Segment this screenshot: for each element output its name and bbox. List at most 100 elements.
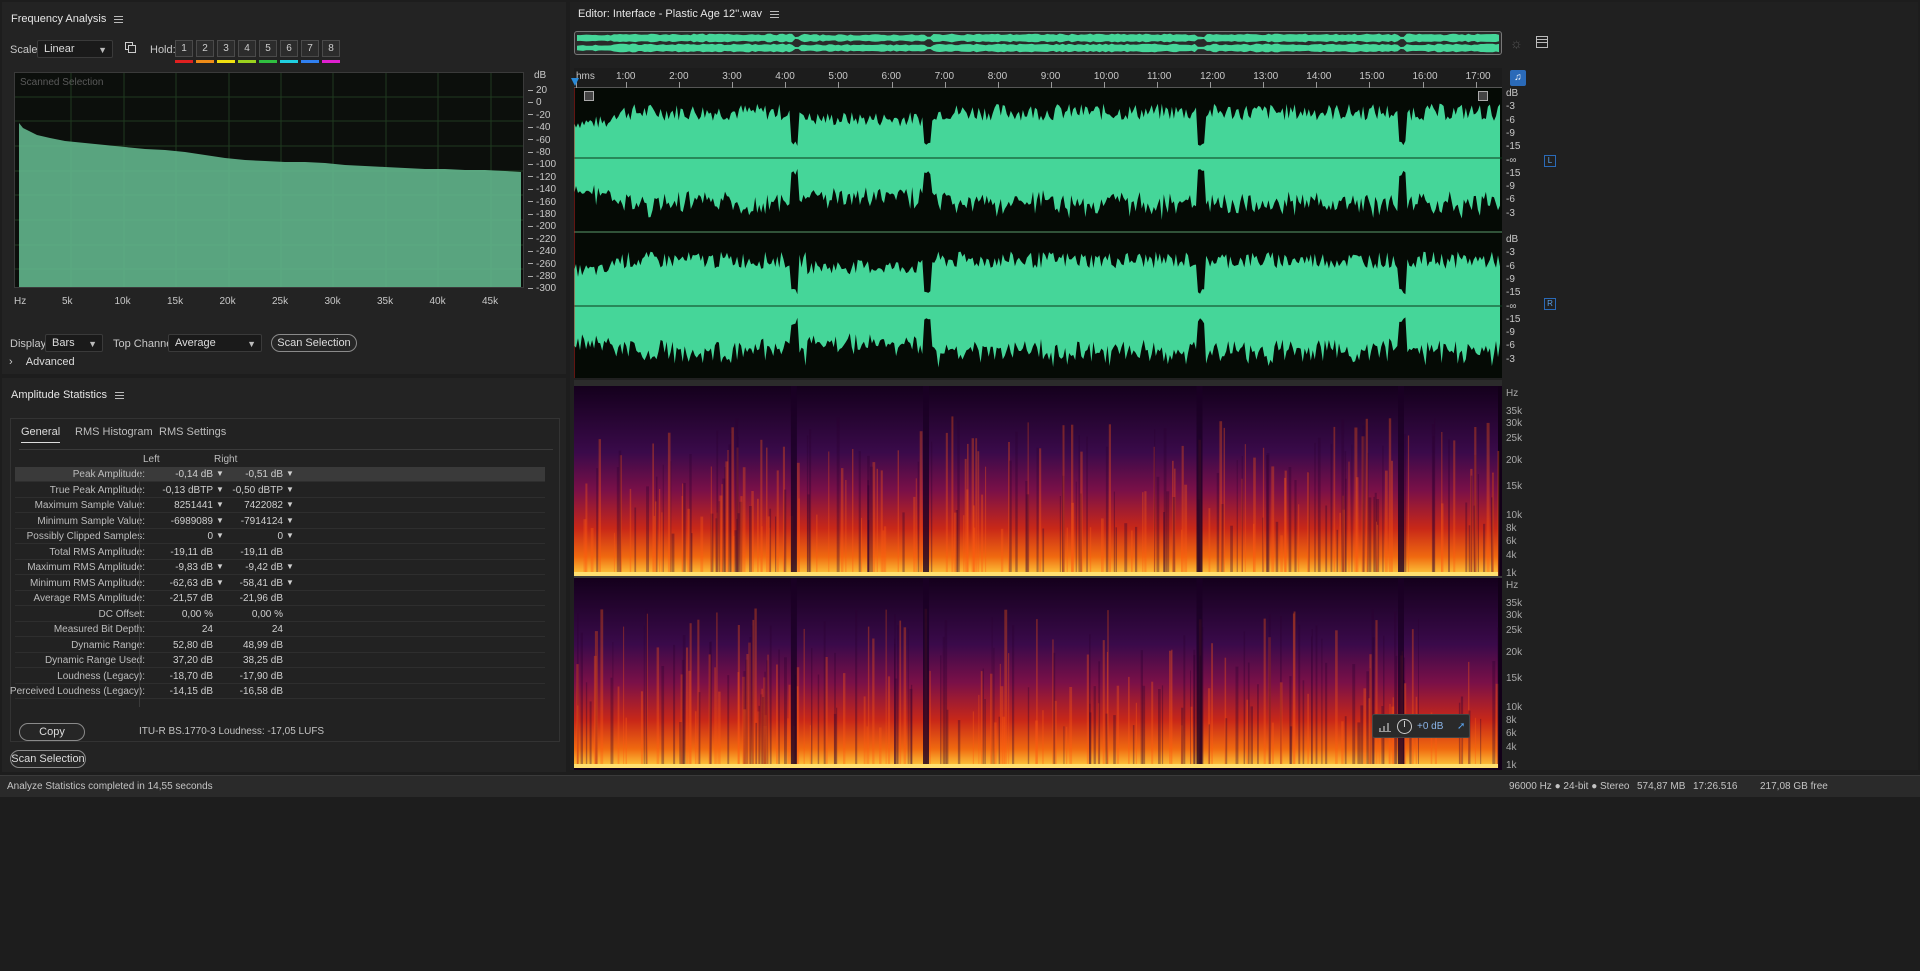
hold-button[interactable]: 6	[280, 40, 298, 57]
spectrogram-streak	[1325, 505, 1328, 576]
db-tick-label: -60	[536, 134, 551, 146]
stats-row[interactable]: Possibly Clipped Samples: 0 0 ▼ ▼	[15, 529, 545, 545]
overview-waveform[interactable]	[574, 31, 1502, 55]
stats-row[interactable]: Maximum RMS Amplitude: -9,83 dB -9,42 dB ▼ ▼	[15, 560, 545, 576]
zoom-icon[interactable]: ☼	[1510, 35, 1523, 51]
spectrogram-streak	[902, 512, 905, 576]
stats-row[interactable]: Minimum Sample Value: -6989089 -7914124 ▼ ▼	[15, 514, 545, 529]
spectrogram-streak	[616, 467, 619, 576]
marker-icon[interactable]: ▼	[216, 562, 224, 571]
stats-row[interactable]: True Peak Amplitude: -0,13 dBTP -0,50 dBTP…	[15, 483, 545, 498]
stats-row[interactable]: Minimum RMS Amplitude: -62,63 dB -58,41 dB…	[15, 576, 545, 591]
stats-row[interactable]: Dynamic Range: 52,80 dB 48,99 dB	[15, 638, 545, 653]
marker-icon[interactable]: ▼	[286, 485, 294, 494]
spectrogram-streak	[1093, 686, 1096, 768]
marker-icon[interactable]: ▼	[216, 516, 224, 525]
spectrogram-streak	[766, 447, 768, 576]
spectrogram-streak	[1009, 460, 1012, 576]
panel-menu-icon[interactable]	[114, 391, 124, 399]
spec-hz-tick-label: Hz	[1506, 580, 1519, 591]
stats-row[interactable]: Total RMS Amplitude: -19,11 dB -19,11 dB	[15, 545, 545, 560]
spectrogram-streak	[1289, 726, 1293, 768]
marker-icon[interactable]: ▼	[286, 500, 294, 509]
db-tick-label: -100	[536, 159, 557, 171]
spectrogram-area[interactable]	[574, 386, 1502, 770]
stats-left-value: 52,80 dB	[172, 639, 213, 651]
spectrogram-streak	[972, 711, 974, 768]
marker-icon[interactable]: ▼	[216, 578, 224, 587]
hold-button[interactable]: 4	[238, 40, 256, 57]
spectrogram-streak	[796, 462, 800, 576]
fade-out-handle-icon[interactable]	[1478, 91, 1488, 101]
marker-icon[interactable]: ▼	[216, 531, 224, 540]
hold-button[interactable]: 3	[217, 40, 235, 57]
marker-icon[interactable]: ▼	[286, 531, 294, 540]
spectrogram-streak	[761, 526, 763, 576]
spectrogram-streak	[788, 684, 791, 768]
time-tick-label: 11:00	[1147, 71, 1172, 82]
marker-icon[interactable]: ▼	[286, 578, 294, 587]
tab-rms-settings[interactable]: RMS Settings	[159, 426, 226, 438]
headphones-icon[interactable]: ♫	[1510, 70, 1526, 86]
fade-in-handle-icon[interactable]	[584, 91, 594, 101]
marker-icon[interactable]: ▼	[286, 469, 294, 478]
overview-svg	[577, 33, 1499, 53]
spectrogram-streak	[758, 705, 760, 768]
hz-tick-label: 15k	[167, 296, 184, 307]
stats-row[interactable]: Peak Amplitude: -0,14 dB -0,51 dB ▼ ▼	[15, 467, 545, 483]
top-channel-dropdown[interactable]: Average ▼	[168, 334, 262, 352]
marker-icon[interactable]: ▼	[216, 500, 224, 509]
marker-icon[interactable]: ▼	[286, 516, 294, 525]
tab-general[interactable]: General	[21, 426, 61, 443]
stats-right-value: -9,42 dB	[245, 562, 283, 573]
copy-button[interactable]: Copy	[19, 723, 85, 741]
spectrogram-streak	[1315, 625, 1318, 768]
stats-row-label: Maximum RMS Amplitude:	[27, 562, 145, 573]
hold-button[interactable]: 2	[196, 40, 214, 57]
channel-right-toggle[interactable]: R	[1544, 298, 1556, 310]
spectrogram-streak	[1362, 425, 1365, 576]
scan-selection-button[interactable]: Scan Selection	[271, 334, 357, 352]
stats-row[interactable]: Maximum Sample Value: 8251441 7422082 ▼ ▼	[15, 498, 545, 514]
hold-button[interactable]: 5	[259, 40, 277, 57]
tab-rms-histogram[interactable]: RMS Histogram	[75, 426, 153, 438]
scale-dropdown[interactable]: Linear ▼	[37, 40, 113, 58]
overlay-copy-icon[interactable]	[125, 42, 137, 54]
spectrogram-streak	[1486, 422, 1490, 576]
spectrogram-streak	[1075, 481, 1077, 576]
spectrogram-streak	[683, 482, 686, 576]
scan-selection-button[interactable]: Scan Selection	[10, 750, 86, 768]
layout-icon[interactable]	[1536, 36, 1548, 48]
stats-row-label: Average RMS Amplitude:	[33, 593, 145, 604]
stats-row[interactable]: Perceived Loudness (Legacy): -14,15 dB -16…	[10, 684, 545, 700]
panel-menu-icon[interactable]	[114, 15, 124, 23]
status-size: 574,87 MB	[1637, 781, 1686, 792]
display-dropdown[interactable]: Bars ▼	[45, 334, 103, 352]
timeline-ruler[interactable]: hms 1:00 2:00 3:00 4:00 5:00 6:00 7:00 8:00 9:00 1…	[574, 68, 1502, 88]
stats-row[interactable]: Dynamic Range Used: 37,20 dB 38,25 dB	[15, 653, 545, 669]
channel-left-toggle[interactable]: L	[1544, 155, 1556, 167]
waveform-db-ticks-left: dB -3 -6 -9 -15 -∞ -15 -9 -6 -3	[1506, 88, 1546, 228]
hold-button[interactable]: 1	[175, 40, 193, 57]
waveform-area[interactable]	[574, 88, 1502, 378]
stats-row-label: Minimum Sample Value:	[37, 515, 145, 527]
advanced-toggle[interactable]: › Advanced	[9, 356, 75, 368]
marker-icon[interactable]: ▼	[216, 485, 224, 494]
stats-row[interactable]: DC Offset: 0,00 % 0,00 %	[15, 607, 545, 622]
spectrogram-streak	[714, 667, 716, 768]
marker-icon[interactable]: ▼	[286, 562, 294, 571]
spec-hz-tick-label: 4k	[1506, 550, 1517, 561]
stats-row[interactable]: Measured Bit Depth: 24 24	[15, 622, 545, 638]
pin-icon[interactable]: ➚	[1457, 721, 1465, 732]
marker-icon[interactable]: ▼	[216, 469, 224, 478]
stats-row[interactable]: Average RMS Amplitude: -21,57 dB -21,96 dB	[15, 591, 545, 607]
hold-button[interactable]: 7	[301, 40, 319, 57]
volume-knob[interactable]	[1397, 719, 1412, 734]
spectrogram-streak	[667, 432, 671, 576]
stats-row[interactable]: Loudness (Legacy): -18,70 dB -17,90 dB	[15, 669, 545, 684]
spectrogram-streak	[883, 526, 887, 576]
spectrogram-streak	[1135, 702, 1137, 768]
volume-value[interactable]: +0 dB	[1417, 721, 1443, 732]
panel-menu-icon[interactable]	[769, 10, 779, 18]
hold-button[interactable]: 8	[322, 40, 340, 57]
